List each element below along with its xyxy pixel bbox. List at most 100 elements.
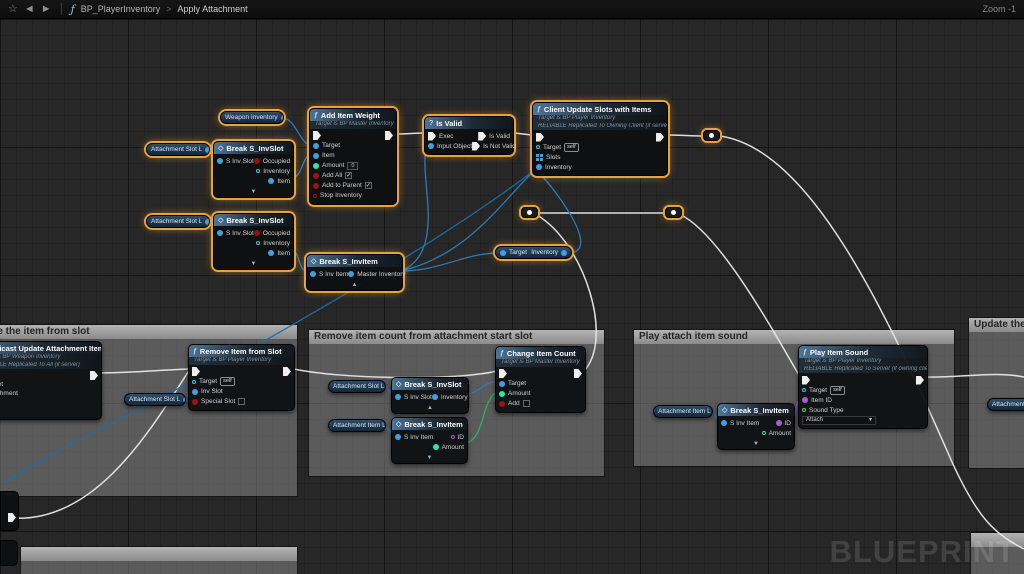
play-item-sound[interactable]: ƒPlay Item SoundTarget is BP Player Inve…	[798, 345, 928, 429]
forward-icon[interactable]: ►	[41, 4, 52, 15]
exec-pin[interactable]	[802, 376, 810, 385]
data-pin[interactable]	[313, 173, 319, 179]
data-pin[interactable]	[254, 230, 260, 236]
reroute-3[interactable]	[665, 207, 682, 218]
hollow-pin[interactable]	[192, 380, 196, 384]
collapse-arrow-icon[interactable]: ▲	[307, 282, 402, 290]
get-attachment-item-l-c2[interactable]: Attachment Item L	[328, 419, 386, 432]
data-pin[interactable]	[395, 434, 401, 440]
hollow-pin[interactable]	[802, 388, 806, 392]
exec-pin[interactable]	[8, 513, 16, 522]
data-pin[interactable]	[499, 401, 505, 407]
data-pin[interactable]	[395, 394, 401, 400]
hollow-pin[interactable]	[762, 431, 766, 435]
data-pin[interactable]	[776, 420, 782, 426]
data-pin[interactable]	[183, 397, 186, 403]
expand-arrow-icon[interactable]: ▼	[214, 261, 293, 269]
data-pin[interactable]	[499, 391, 505, 397]
sound-type-dropdown[interactable]: Attach▾	[802, 416, 876, 425]
exec-pin[interactable]	[90, 371, 98, 380]
self-tag[interactable]: self	[830, 386, 845, 395]
get-attachment-slot-l-c2[interactable]: Attachment Slot L	[328, 380, 386, 393]
checkbox[interactable]: ✓	[345, 172, 352, 179]
breadcrumb-leaf[interactable]: Apply Attachment	[178, 4, 248, 14]
data-pin[interactable]	[561, 250, 567, 256]
change-item-count[interactable]: ƒChange Item CountTarget is BP Master In…	[495, 346, 586, 413]
self-tag[interactable]: self	[564, 143, 579, 152]
node-fragment-1[interactable]	[0, 491, 19, 531]
exec-pin[interactable]	[192, 367, 200, 376]
data-pin[interactable]	[433, 444, 439, 450]
get-attachment-slot-l-2[interactable]: Attachment Slot L	[146, 215, 210, 228]
exec-pin[interactable]	[656, 133, 664, 142]
exec-pin[interactable]	[499, 369, 507, 378]
break-s-invslot-1[interactable]: ◇Break S_InvSlotS Inv SlotOccupiedInvent…	[213, 141, 294, 198]
data-pin[interactable]	[217, 158, 223, 164]
exec-pin[interactable]	[313, 131, 321, 140]
checkbox[interactable]	[523, 400, 530, 407]
back-icon[interactable]: ◄	[24, 4, 35, 15]
data-pin[interactable]	[313, 143, 319, 149]
data-pin[interactable]	[313, 153, 319, 159]
get-weapon-inventory[interactable]: Weapon Inventory	[220, 111, 284, 124]
expand-arrow-icon[interactable]: ▼	[214, 189, 293, 197]
data-pin[interactable]	[205, 219, 210, 225]
hollow-pin[interactable]	[451, 435, 455, 439]
reroute-2[interactable]	[521, 207, 538, 218]
exec-pin[interactable]	[536, 133, 544, 142]
data-pin[interactable]	[192, 389, 198, 395]
data-pin[interactable]	[428, 143, 434, 149]
exec-pin[interactable]	[283, 367, 291, 376]
data-pin[interactable]	[192, 399, 198, 405]
expand-arrow-icon[interactable]: ▼	[718, 441, 794, 449]
break-s-invslot-2[interactable]: ◇Break S_InvSlotS Inv SlotOccupiedInvent…	[213, 213, 294, 270]
checkbox[interactable]: ✓	[365, 182, 372, 189]
reroute-1[interactable]	[703, 130, 720, 141]
node-fragment-2[interactable]	[0, 540, 18, 566]
hollow-pin[interactable]	[256, 241, 260, 245]
collapsed-target-inventory[interactable]: TargetInventory	[495, 246, 572, 259]
graph-canvas[interactable]: Remove the item from slotRemove item cou…	[0, 19, 1024, 574]
value-spinbox[interactable]: 0	[347, 162, 358, 170]
data-pin[interactable]	[205, 147, 210, 153]
break-s-invslot-c2[interactable]: ◇Break S_InvSlotS Inv SlotInventory▲	[391, 377, 469, 414]
multicast-update-attachment-item[interactable]: ƒMulticast Update Attachment ItemTarget …	[0, 341, 102, 420]
get-attachment-slot-l-1[interactable]: Attachment Slot L	[146, 143, 210, 156]
break-s-invitem-mid[interactable]: ◇Break S_InvItemS Inv ItemMaster Invento…	[306, 254, 403, 291]
data-pin[interactable]	[281, 115, 284, 121]
self-tag[interactable]: self	[220, 377, 235, 386]
hollow-pin[interactable]	[536, 145, 540, 149]
hollow-pin[interactable]	[313, 194, 317, 198]
break-s-invitem-c3[interactable]: ◇Break S_InvItemS Inv ItemIDAmount▼	[717, 403, 795, 450]
add-item-weight[interactable]: ƒAdd Item WeightTarget is BP Master Inve…	[309, 108, 397, 205]
get-attachment-item-c4[interactable]: Attachment Item L	[987, 398, 1024, 411]
data-pin[interactable]	[536, 164, 542, 170]
data-pin[interactable]	[313, 163, 319, 169]
exec-pin[interactable]	[385, 131, 393, 140]
data-pin[interactable]	[254, 158, 260, 164]
exec-pin[interactable]	[478, 132, 486, 141]
break-s-invitem-c2[interactable]: ◇Break S_InvItemS Inv ItemIDAmount▼	[391, 417, 468, 464]
favorite-icon[interactable]: ☆	[8, 4, 18, 15]
expand-arrow-icon[interactable]: ▼	[392, 455, 467, 463]
data-pin[interactable]	[310, 271, 316, 277]
collapse-arrow-icon[interactable]: ▲	[392, 405, 468, 413]
data-pin[interactable]	[499, 381, 505, 387]
exec-pin[interactable]	[472, 142, 480, 151]
get-attachment-slot-l-c1[interactable]: Attachment Slot L	[124, 393, 186, 406]
breadcrumb-root[interactable]: BP_PlayerInventory	[81, 4, 161, 14]
data-pin[interactable]	[432, 394, 438, 400]
data-pin[interactable]	[721, 420, 727, 426]
is-valid[interactable]: ?Is ValidExecIs ValidInput ObjectIs Not …	[424, 116, 514, 155]
data-pin[interactable]	[268, 178, 274, 184]
exec-pin[interactable]	[574, 369, 582, 378]
hollow-pin[interactable]	[802, 408, 806, 412]
remove-item-from-slot[interactable]: ƒRemove Item from SlotTarget is BP Playe…	[188, 344, 295, 411]
data-pin[interactable]	[217, 230, 223, 236]
exec-pin[interactable]	[428, 132, 436, 141]
array-pin[interactable]	[536, 154, 543, 161]
data-pin[interactable]	[348, 271, 354, 277]
exec-pin[interactable]	[916, 376, 924, 385]
data-pin[interactable]	[500, 250, 506, 256]
data-pin[interactable]	[268, 250, 274, 256]
